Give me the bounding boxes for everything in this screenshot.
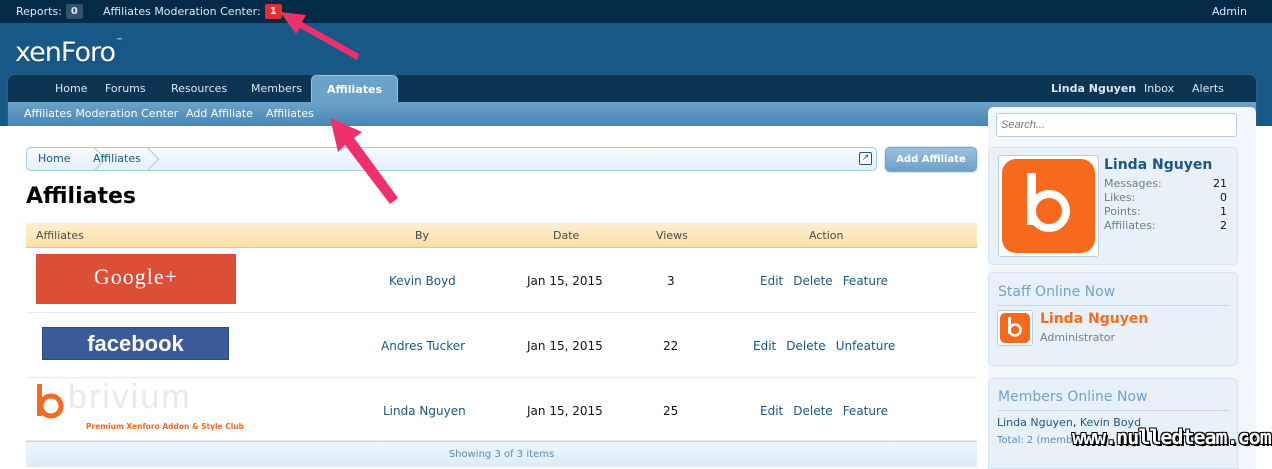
staff-avatar[interactable] — [997, 310, 1033, 346]
column-header-by: By — [415, 229, 430, 242]
moderation-center-link[interactable]: Affiliates Moderation Center: 1 — [103, 3, 282, 20]
affiliate-date: Jan 15, 2015 — [527, 404, 603, 418]
edit-link[interactable]: Edit — [760, 249, 783, 313]
breadcrumb: Home Affiliates ↗ — [26, 147, 877, 171]
visitor-name-link[interactable]: Linda Nguyen — [1104, 157, 1212, 173]
reports-link[interactable]: Reports: 0 — [16, 3, 83, 20]
watermark-text: www.nulledteam.com — [1072, 425, 1272, 449]
moderation-center-label: Affiliates Moderation Center: — [103, 5, 261, 18]
member-link[interactable]: Linda Nguyen — [997, 416, 1073, 429]
avatar-background — [1000, 313, 1030, 343]
visitor-stat-messages: Messages: 21 — [1104, 177, 1227, 191]
inbox-link[interactable]: Inbox — [1144, 75, 1174, 102]
logo-text: xenForo — [15, 37, 116, 68]
stat-value: 2 — [1220, 219, 1227, 232]
jump-menu-icon[interactable]: ↗ — [859, 152, 872, 165]
breadcrumb-home[interactable]: Home — [38, 148, 70, 170]
pagination-summary: Showing 3 of 3 items — [26, 441, 977, 467]
members-online-total[interactable]: Total: 2 (member — [997, 435, 1083, 446]
visitor-stat-points: Points: 1 — [1104, 205, 1227, 219]
brivium-tagline: Premium Xenforo Addon & Style Club — [86, 422, 245, 431]
search-input[interactable] — [996, 113, 1237, 137]
table-row: facebook Andres Tucker Jan 15, 2015 22 E… — [26, 314, 977, 378]
admin-link[interactable]: Admin — [1212, 3, 1247, 20]
site-logo[interactable]: xenForo™ — [15, 37, 123, 68]
unfeature-link[interactable]: Unfeature — [836, 314, 896, 378]
tab-affiliates[interactable]: Affiliates — [311, 75, 399, 103]
delete-link[interactable]: Delete — [793, 249, 832, 313]
facebook-logo[interactable]: facebook — [42, 327, 229, 360]
staff-name-link[interactable]: Linda Nguyen — [1040, 311, 1148, 327]
page-title: Affiliates — [26, 184, 137, 209]
moderation-count-badge: 1 — [264, 4, 282, 19]
tab-forums[interactable]: Forums — [92, 75, 159, 102]
visitor-stat-affiliates: Affiliates: 2 — [1104, 219, 1227, 233]
staff-online-title: Staff Online Now — [998, 284, 1116, 300]
edit-link[interactable]: Edit — [760, 379, 783, 443]
breadcrumb-affiliates[interactable]: Affiliates — [93, 148, 141, 170]
column-header-date: Date — [553, 229, 580, 242]
add-affiliate-button[interactable]: Add Affiliate — [885, 147, 977, 172]
reports-count-badge: 0 — [65, 4, 83, 19]
affiliate-author-link[interactable]: Linda Nguyen — [383, 379, 466, 443]
affiliate-actions: Edit Delete Feature — [760, 379, 888, 443]
delete-link[interactable]: Delete — [793, 379, 832, 443]
sub-link-add-affiliate[interactable]: Add Affiliate — [186, 102, 253, 126]
affiliate-views: 25 — [663, 404, 679, 418]
tab-members[interactable]: Members — [238, 75, 315, 102]
affiliate-author-link[interactable]: Andres Tucker — [381, 314, 465, 378]
column-header-views: Views — [656, 229, 688, 242]
stat-value: 1 — [1220, 205, 1227, 218]
google-plus-logo-text: Google+ — [93, 264, 179, 289]
edit-link[interactable]: Edit — [753, 314, 776, 378]
tab-resources[interactable]: Resources — [158, 75, 240, 102]
avatar-background — [1002, 159, 1095, 253]
brivium-logo[interactable]: brivium Premium Xenforo Addon & Style Cl… — [34, 378, 244, 434]
affiliate-views: 22 — [663, 339, 679, 353]
column-header-action: Action — [809, 229, 844, 242]
members-online-title: Members Online Now — [998, 389, 1148, 405]
feature-link[interactable]: Feature — [843, 379, 888, 443]
block-divider — [998, 410, 1229, 411]
brivium-logo-text: brivium — [68, 378, 192, 416]
affiliate-actions: Edit Delete Unfeature — [753, 314, 895, 378]
stat-value: 21 — [1213, 177, 1227, 190]
visitor-menu-link[interactable]: Linda Nguyen — [1051, 75, 1136, 102]
table-row: Google+ Kevin Boyd Jan 15, 2015 3 Edit D… — [26, 249, 977, 313]
block-divider — [998, 305, 1229, 306]
brivium-b-icon — [1027, 173, 1070, 232]
affiliate-views: 3 — [667, 274, 675, 288]
affiliate-date: Jan 15, 2015 — [527, 339, 603, 353]
visitor-avatar[interactable] — [998, 155, 1099, 257]
affiliate-date: Jan 15, 2015 — [527, 274, 603, 288]
google-plus-logo[interactable]: Google+ — [36, 254, 236, 304]
brivium-b-icon — [1008, 317, 1022, 337]
affiliate-actions: Edit Delete Feature — [760, 249, 888, 313]
sub-link-affiliates[interactable]: Affiliates — [266, 102, 314, 126]
stat-label: Points: — [1104, 205, 1141, 218]
affiliate-author-link[interactable]: Kevin Boyd — [389, 249, 456, 313]
stat-label: Likes: — [1104, 191, 1136, 204]
table-header: Affiliates By Date Views Action — [26, 223, 977, 248]
delete-link[interactable]: Delete — [786, 314, 825, 378]
table-row: brivium Premium Xenforo Addon & Style Cl… — [26, 378, 977, 443]
reports-label: Reports: — [16, 5, 62, 18]
facebook-logo-text: facebook — [87, 331, 184, 356]
alerts-link[interactable]: Alerts — [1192, 75, 1224, 102]
feature-link[interactable]: Feature — [843, 249, 888, 313]
staff-role: Administrator — [1040, 331, 1115, 344]
moderator-bar: Reports: 0 Affiliates Moderation Center:… — [0, 0, 1272, 23]
stat-value: 0 — [1220, 191, 1227, 204]
visitor-stat-likes: Likes: 0 — [1104, 191, 1227, 205]
stat-label: Messages: — [1104, 177, 1162, 190]
brivium-b-icon — [37, 384, 64, 419]
column-header-affiliates: Affiliates — [36, 229, 84, 242]
stat-label: Affiliates: — [1104, 219, 1156, 232]
sub-link-moderation-center[interactable]: Affiliates Moderation Center — [24, 102, 178, 126]
breadcrumb-separator — [143, 147, 155, 171]
logo-trademark: ™ — [116, 37, 123, 45]
